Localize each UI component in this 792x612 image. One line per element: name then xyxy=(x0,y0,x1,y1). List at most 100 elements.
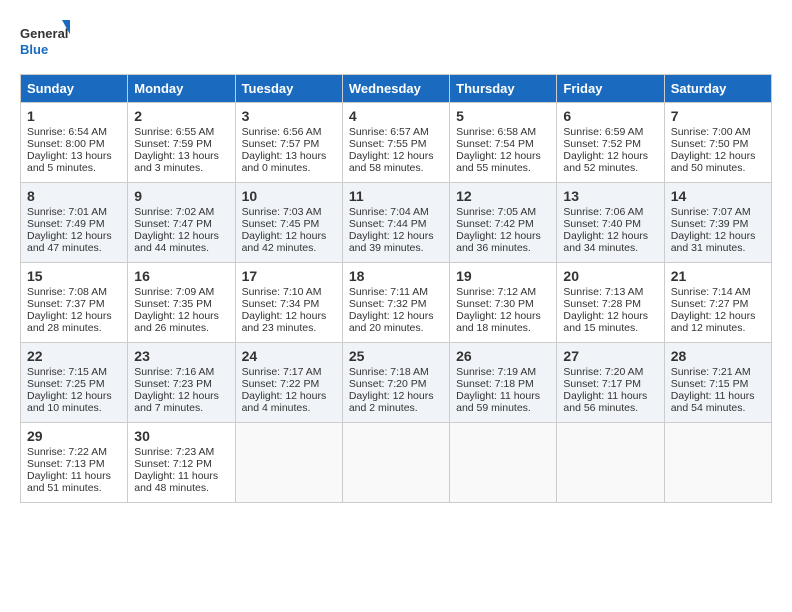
sunset: Sunset: 7:17 PM xyxy=(563,378,641,390)
day-number: 4 xyxy=(349,108,443,124)
daylight: Daylight: 12 hours and 23 minutes. xyxy=(242,310,327,334)
day-cell: 1 Sunrise: 6:54 AM Sunset: 8:00 PM Dayli… xyxy=(21,103,128,183)
sunset: Sunset: 7:40 PM xyxy=(563,218,641,230)
page-header: General Blue xyxy=(20,20,772,64)
day-cell: 12 Sunrise: 7:05 AM Sunset: 7:42 PM Dayl… xyxy=(450,183,557,263)
daylight: Daylight: 12 hours and 39 minutes. xyxy=(349,230,434,254)
day-number: 7 xyxy=(671,108,765,124)
col-thursday: Thursday xyxy=(450,75,557,103)
daylight: Daylight: 12 hours and 26 minutes. xyxy=(134,310,219,334)
sunset: Sunset: 7:18 PM xyxy=(456,378,534,390)
sunset: Sunset: 7:45 PM xyxy=(242,218,320,230)
day-number: 26 xyxy=(456,348,550,364)
day-cell: 15 Sunrise: 7:08 AM Sunset: 7:37 PM Dayl… xyxy=(21,263,128,343)
day-cell: 28 Sunrise: 7:21 AM Sunset: 7:15 PM Dayl… xyxy=(664,343,771,423)
day-number: 10 xyxy=(242,188,336,204)
sunrise: Sunrise: 7:05 AM xyxy=(456,206,536,218)
day-cell xyxy=(557,423,664,503)
day-cell: 13 Sunrise: 7:06 AM Sunset: 7:40 PM Dayl… xyxy=(557,183,664,263)
sunrise: Sunrise: 7:06 AM xyxy=(563,206,643,218)
day-cell: 7 Sunrise: 7:00 AM Sunset: 7:50 PM Dayli… xyxy=(664,103,771,183)
sunset: Sunset: 7:57 PM xyxy=(242,138,320,150)
day-number: 30 xyxy=(134,428,228,444)
daylight: Daylight: 12 hours and 2 minutes. xyxy=(349,390,434,414)
day-cell: 3 Sunrise: 6:56 AM Sunset: 7:57 PM Dayli… xyxy=(235,103,342,183)
logo-svg: General Blue xyxy=(20,20,70,64)
sunrise: Sunrise: 7:15 AM xyxy=(27,366,107,378)
week-row-3: 15 Sunrise: 7:08 AM Sunset: 7:37 PM Dayl… xyxy=(21,263,772,343)
sunset: Sunset: 7:25 PM xyxy=(27,378,105,390)
daylight: Daylight: 12 hours and 47 minutes. xyxy=(27,230,112,254)
sunset: Sunset: 7:59 PM xyxy=(134,138,212,150)
sunrise: Sunrise: 7:08 AM xyxy=(27,286,107,298)
logo: General Blue xyxy=(20,20,70,64)
day-number: 14 xyxy=(671,188,765,204)
daylight: Daylight: 12 hours and 52 minutes. xyxy=(563,150,648,174)
day-cell: 4 Sunrise: 6:57 AM Sunset: 7:55 PM Dayli… xyxy=(342,103,449,183)
day-number: 8 xyxy=(27,188,121,204)
day-number: 1 xyxy=(27,108,121,124)
daylight: Daylight: 12 hours and 44 minutes. xyxy=(134,230,219,254)
day-number: 27 xyxy=(563,348,657,364)
col-monday: Monday xyxy=(128,75,235,103)
sunrise: Sunrise: 6:58 AM xyxy=(456,126,536,138)
sunset: Sunset: 7:34 PM xyxy=(242,298,320,310)
sunset: Sunset: 7:32 PM xyxy=(349,298,427,310)
sunset: Sunset: 7:35 PM xyxy=(134,298,212,310)
sunset: Sunset: 7:30 PM xyxy=(456,298,534,310)
daylight: Daylight: 12 hours and 10 minutes. xyxy=(27,390,112,414)
daylight: Daylight: 12 hours and 36 minutes. xyxy=(456,230,541,254)
daylight: Daylight: 11 hours and 59 minutes. xyxy=(456,390,540,414)
day-number: 3 xyxy=(242,108,336,124)
sunrise: Sunrise: 7:10 AM xyxy=(242,286,322,298)
daylight: Daylight: 11 hours and 51 minutes. xyxy=(27,470,111,494)
sunset: Sunset: 7:22 PM xyxy=(242,378,320,390)
daylight: Daylight: 12 hours and 55 minutes. xyxy=(456,150,541,174)
day-number: 16 xyxy=(134,268,228,284)
sunrise: Sunrise: 6:56 AM xyxy=(242,126,322,138)
day-number: 28 xyxy=(671,348,765,364)
sunrise: Sunrise: 6:55 AM xyxy=(134,126,214,138)
day-cell: 27 Sunrise: 7:20 AM Sunset: 7:17 PM Dayl… xyxy=(557,343,664,423)
day-cell: 30 Sunrise: 7:23 AM Sunset: 7:12 PM Dayl… xyxy=(128,423,235,503)
day-cell: 23 Sunrise: 7:16 AM Sunset: 7:23 PM Dayl… xyxy=(128,343,235,423)
daylight: Daylight: 12 hours and 4 minutes. xyxy=(242,390,327,414)
day-number: 25 xyxy=(349,348,443,364)
day-cell: 16 Sunrise: 7:09 AM Sunset: 7:35 PM Dayl… xyxy=(128,263,235,343)
day-cell: 18 Sunrise: 7:11 AM Sunset: 7:32 PM Dayl… xyxy=(342,263,449,343)
sunrise: Sunrise: 7:19 AM xyxy=(456,366,536,378)
sunset: Sunset: 7:39 PM xyxy=(671,218,749,230)
sunset: Sunset: 7:47 PM xyxy=(134,218,212,230)
daylight: Daylight: 13 hours and 0 minutes. xyxy=(242,150,327,174)
sunset: Sunset: 7:50 PM xyxy=(671,138,749,150)
day-cell xyxy=(664,423,771,503)
week-row-5: 29 Sunrise: 7:22 AM Sunset: 7:13 PM Dayl… xyxy=(21,423,772,503)
sunrise: Sunrise: 7:09 AM xyxy=(134,286,214,298)
sunrise: Sunrise: 7:02 AM xyxy=(134,206,214,218)
col-sunday: Sunday xyxy=(21,75,128,103)
day-cell xyxy=(235,423,342,503)
day-cell: 26 Sunrise: 7:19 AM Sunset: 7:18 PM Dayl… xyxy=(450,343,557,423)
sunrise: Sunrise: 7:20 AM xyxy=(563,366,643,378)
sunset: Sunset: 7:12 PM xyxy=(134,458,212,470)
daylight: Daylight: 12 hours and 7 minutes. xyxy=(134,390,219,414)
sunrise: Sunrise: 7:16 AM xyxy=(134,366,214,378)
sunrise: Sunrise: 6:59 AM xyxy=(563,126,643,138)
sunrise: Sunrise: 7:11 AM xyxy=(349,286,428,298)
sunset: Sunset: 7:37 PM xyxy=(27,298,105,310)
sunrise: Sunrise: 7:00 AM xyxy=(671,126,751,138)
daylight: Daylight: 12 hours and 42 minutes. xyxy=(242,230,327,254)
col-wednesday: Wednesday xyxy=(342,75,449,103)
sunset: Sunset: 7:49 PM xyxy=(27,218,105,230)
daylight: Daylight: 13 hours and 3 minutes. xyxy=(134,150,219,174)
sunrise: Sunrise: 7:04 AM xyxy=(349,206,429,218)
sunrise: Sunrise: 6:54 AM xyxy=(27,126,107,138)
sunset: Sunset: 7:28 PM xyxy=(563,298,641,310)
day-cell: 19 Sunrise: 7:12 AM Sunset: 7:30 PM Dayl… xyxy=(450,263,557,343)
day-number: 11 xyxy=(349,188,443,204)
day-number: 9 xyxy=(134,188,228,204)
day-cell: 29 Sunrise: 7:22 AM Sunset: 7:13 PM Dayl… xyxy=(21,423,128,503)
day-cell: 10 Sunrise: 7:03 AM Sunset: 7:45 PM Dayl… xyxy=(235,183,342,263)
sunrise: Sunrise: 7:14 AM xyxy=(671,286,751,298)
col-friday: Friday xyxy=(557,75,664,103)
